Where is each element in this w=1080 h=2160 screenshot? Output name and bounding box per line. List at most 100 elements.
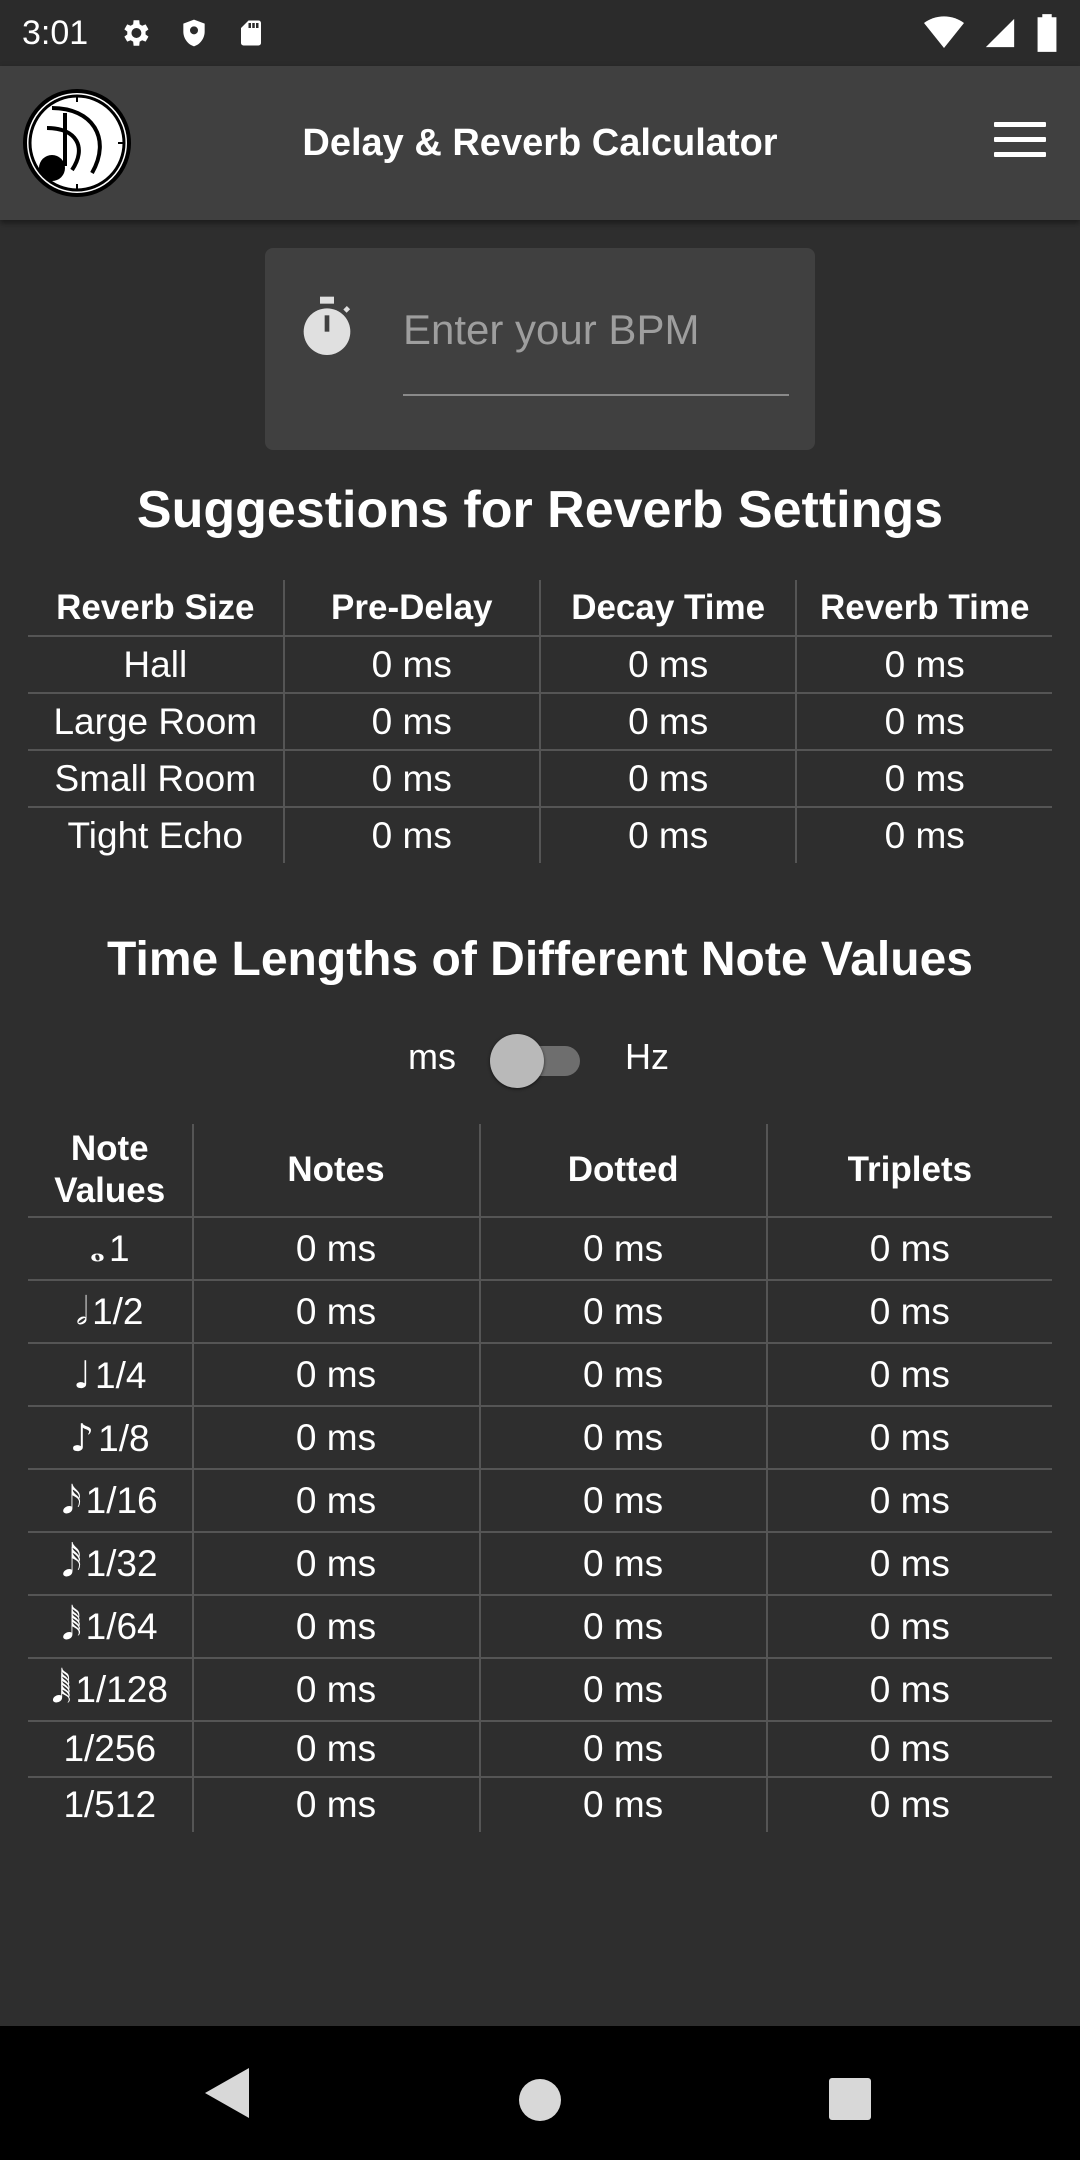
dotted-value: 0 ms xyxy=(478,1595,767,1659)
dotted-value: 0 ms xyxy=(478,1777,767,1832)
note-value-cell: 𝅘𝅥𝅯 1/16 xyxy=(28,1469,193,1533)
table-row: Hall 0 ms 0 ms 0 ms xyxy=(28,636,1052,694)
table-row: 𝅗𝅥 1/2 0 ms 0 ms 0 ms xyxy=(28,1280,1052,1344)
home-icon[interactable] xyxy=(519,2079,561,2121)
bpm-card xyxy=(265,248,815,450)
note-value: 1/128 xyxy=(75,1669,168,1710)
table-row: Tight Echo 0 ms 0 ms 0 ms xyxy=(28,807,1052,863)
table-row: ♪ 1/8 0 ms 0 ms 0 ms xyxy=(28,1406,1052,1470)
triplets-value: 0 ms xyxy=(765,1777,1052,1832)
note-value: 1/8 xyxy=(98,1417,150,1459)
triplets-value: 0 ms xyxy=(765,1721,1052,1778)
note-value: 1 xyxy=(109,1228,130,1269)
notes-header-line2: Values xyxy=(54,1171,166,1210)
note-value: 1/4 xyxy=(95,1354,147,1396)
table-row: Large Room 0 ms 0 ms 0 ms xyxy=(28,693,1052,751)
table-row: 𝅘𝅥𝅯 1/16 0 ms 0 ms 0 ms xyxy=(28,1469,1052,1533)
table-row: ♩ 1/4 0 ms 0 ms 0 ms xyxy=(28,1343,1052,1407)
table-row: 𝅝 1 0 ms 0 ms 0 ms xyxy=(28,1217,1052,1281)
reverb-time-value: 0 ms xyxy=(795,693,1052,751)
notes-value: 0 ms xyxy=(191,1595,480,1659)
menu-icon xyxy=(994,122,1046,127)
dotted-value: 0 ms xyxy=(478,1658,767,1722)
triplets-value: 0 ms xyxy=(765,1280,1052,1344)
note-value-cell: 1/512 xyxy=(28,1777,193,1832)
note-value-cell: 𝅘𝅥𝅲 1/128 xyxy=(28,1658,193,1722)
pre-delay-value: 0 ms xyxy=(282,750,540,808)
notes-value: 0 ms xyxy=(191,1343,480,1407)
dotted-value: 0 ms xyxy=(478,1721,767,1778)
decay-time-value: 0 ms xyxy=(538,750,797,808)
notes-value: 0 ms xyxy=(191,1777,480,1832)
note-value-cell: 𝅘𝅥𝅰 1/32 xyxy=(28,1532,193,1596)
ms-hz-switch[interactable] xyxy=(490,1034,590,1088)
note-value-cell: 𝅗𝅥 1/2 xyxy=(28,1280,193,1344)
reverb-header-time: Reverb Time xyxy=(795,580,1052,637)
notes-header-dotted: Dotted xyxy=(478,1124,767,1218)
sixteenth-note-icon: 𝅘𝅥𝅯 xyxy=(61,1478,82,1522)
pre-delay-value: 0 ms xyxy=(282,636,540,694)
navigation-bar xyxy=(0,2026,1080,2160)
triplets-value: 0 ms xyxy=(765,1469,1052,1533)
note-values-section-title: Time Lengths of Different Note Values xyxy=(107,933,973,986)
dotted-value: 0 ms xyxy=(478,1280,767,1344)
notes-header-row: Note Values Notes Dotted Triplets xyxy=(28,1124,1052,1218)
reverb-header-size: Reverb Size xyxy=(28,580,284,637)
shield-icon xyxy=(183,19,205,47)
table-row: 𝅘𝅥𝅱 1/64 0 ms 0 ms 0 ms xyxy=(28,1595,1052,1659)
note-value-cell: 𝅘𝅥𝅱 1/64 xyxy=(28,1595,193,1659)
notes-header-triplets: Triplets xyxy=(765,1124,1052,1218)
toggle-label-hz: Hz xyxy=(625,1036,669,1077)
reverb-table: Reverb Size Pre-Delay Decay Time Reverb … xyxy=(28,580,1052,863)
dotted-value: 0 ms xyxy=(478,1469,767,1533)
reverb-time-value: 0 ms xyxy=(795,750,1052,808)
eighth-note-icon: ♪ xyxy=(69,1415,95,1460)
notes-header-note-values: Note Values xyxy=(28,1124,193,1218)
note-value: 1/64 xyxy=(85,1606,158,1647)
notes-header-notes: Notes xyxy=(191,1124,480,1218)
triplets-value: 0 ms xyxy=(765,1595,1052,1659)
note-value-cell: 1/256 xyxy=(28,1721,193,1778)
bpm-input[interactable] xyxy=(403,286,789,396)
reverb-size: Large Room xyxy=(28,693,284,751)
status-bar: 3:01 xyxy=(0,0,1080,66)
decay-time-value: 0 ms xyxy=(538,636,797,694)
note-value-cell: ♪ 1/8 xyxy=(28,1406,193,1470)
back-icon[interactable] xyxy=(205,2068,249,2118)
reverb-size: Tight Echo xyxy=(67,814,244,856)
reverb-time-value: 0 ms xyxy=(795,636,1052,694)
triplets-value: 0 ms xyxy=(765,1217,1052,1281)
app-title: Delay & Reverb Calculator xyxy=(302,122,778,164)
note-value: 1/32 xyxy=(85,1543,158,1584)
pre-delay-value: 0 ms xyxy=(282,693,540,751)
triplets-value: 0 ms xyxy=(765,1406,1052,1470)
triplets-value: 0 ms xyxy=(765,1343,1052,1407)
stopwatch-icon xyxy=(303,296,351,355)
notes-value: 0 ms xyxy=(191,1280,480,1344)
note-value: 1/2 xyxy=(92,1291,144,1332)
reverb-size: Hall xyxy=(28,636,284,694)
unit-toggle-row: ms Hz xyxy=(0,1030,1080,1090)
table-row: 𝅘𝅥𝅲 1/128 0 ms 0 ms 0 ms xyxy=(28,1658,1052,1722)
reverb-time-value: 0 ms xyxy=(795,807,1052,863)
notes-header-line1: Note xyxy=(70,1129,149,1168)
note-value-cell: ♩ 1/4 xyxy=(28,1343,193,1407)
notes-value: 0 ms xyxy=(191,1532,480,1596)
triplets-value: 0 ms xyxy=(765,1658,1052,1722)
notes-value: 0 ms xyxy=(191,1406,480,1470)
reverb-header-predelay: Pre-Delay xyxy=(282,580,540,637)
pre-delay-value: 0 ms xyxy=(282,807,540,863)
notes-value: 0 ms xyxy=(191,1217,480,1281)
note-value: 1/16 xyxy=(85,1480,158,1521)
sd-card-icon xyxy=(241,20,262,46)
dotted-value: 0 ms xyxy=(478,1343,767,1407)
triplets-value: 0 ms xyxy=(765,1532,1052,1596)
recents-icon[interactable] xyxy=(829,2078,871,2120)
menu-button[interactable] xyxy=(994,122,1046,162)
menu-icon xyxy=(994,152,1046,157)
note-value-cell: 𝅝 1 xyxy=(28,1217,193,1281)
switch-knob[interactable] xyxy=(490,1034,544,1088)
hundred-twenty-eighth-note-icon: 𝅘𝅥𝅲 xyxy=(51,1667,72,1711)
sixty-fourth-note-icon: 𝅘𝅥𝅱 xyxy=(61,1604,82,1648)
notes-value: 0 ms xyxy=(191,1658,480,1722)
